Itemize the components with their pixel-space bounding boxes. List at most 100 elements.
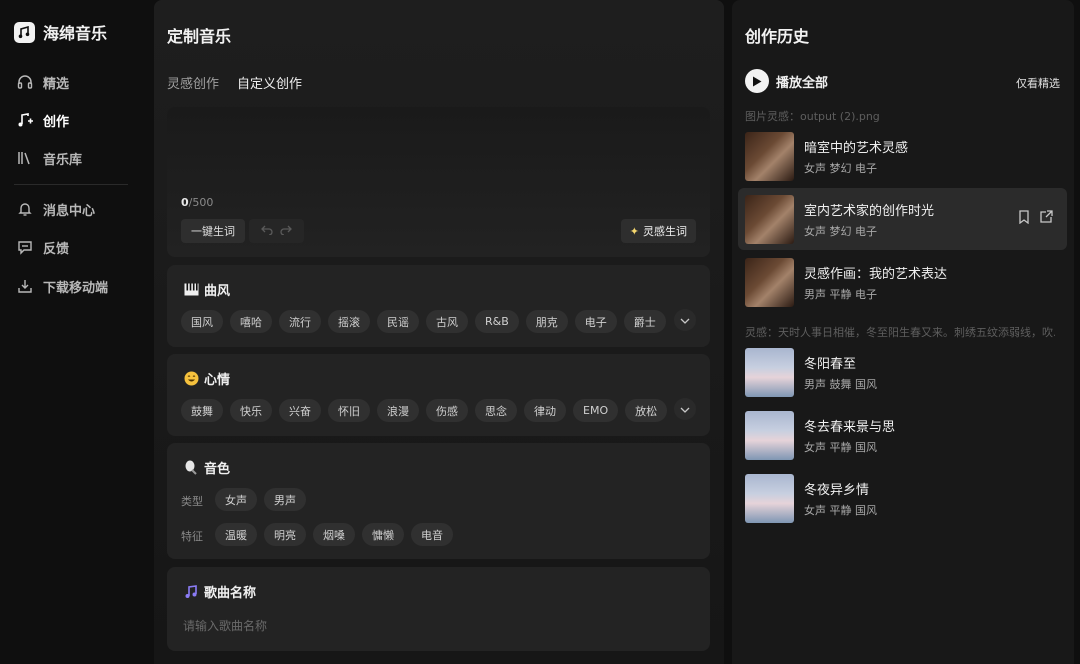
- undo-redo-group: [249, 219, 304, 243]
- style-header: 曲风: [183, 280, 230, 299]
- track-item[interactable]: 冬阳春至 男声 鼓舞 国风: [738, 341, 1067, 403]
- style-chip[interactable]: 国风: [181, 310, 223, 333]
- track-actions: [1018, 210, 1053, 228]
- track-title: 室内艺术家的创作时光: [804, 204, 935, 219]
- group-label: 图片灵感：output (2).png: [745, 110, 880, 123]
- track-cover: [745, 258, 794, 307]
- play-icon: [745, 69, 769, 93]
- tab-inspiration[interactable]: 灵感创作: [167, 73, 219, 92]
- sparkle-icon: ✦: [629, 224, 639, 238]
- panel-title: 定制音乐: [167, 27, 232, 46]
- track-tags: 男声 平静 电子: [804, 288, 877, 301]
- download-icon: [16, 277, 34, 295]
- track-tags: 女声 梦幻 电子: [804, 162, 877, 175]
- sidebar-divider: [14, 184, 128, 185]
- mood-chips: 鼓舞 快乐 兴奋 怀旧 浪漫 伤感 思念 律动 EMO 放松: [181, 399, 668, 422]
- undo-icon[interactable]: [260, 223, 273, 239]
- play-all-label: 播放全部: [776, 75, 829, 91]
- sidebar-item-featured[interactable]: 精选: [16, 70, 69, 94]
- style-chip[interactable]: 朋克: [525, 310, 568, 333]
- style-chips: 国风 嘻哈 流行 摇滚 民谣 古风 R&B 朋克 电子 爵士: [181, 310, 666, 333]
- style-title: 曲风: [204, 284, 231, 299]
- track-item[interactable]: 灵感作画：我的艺术表达 男声 平静 电子: [738, 251, 1067, 313]
- smile-icon: [183, 371, 199, 387]
- lyrics-editor[interactable]: 0/500 一键生词 ✦ 灵感生词: [167, 107, 710, 257]
- mood-chip[interactable]: 放松: [625, 399, 668, 422]
- sidebar-item-label: 下载移动端: [43, 280, 109, 296]
- track-tags: 女声 平静 国风: [804, 504, 877, 517]
- sidebar-item-create[interactable]: 创作: [16, 108, 69, 132]
- mood-expand-button[interactable]: [674, 398, 696, 420]
- track-cover: [745, 411, 794, 460]
- headphones-icon: [16, 73, 34, 91]
- song-name-section: 歌曲名称: [167, 567, 710, 651]
- mood-chip[interactable]: 鼓舞: [181, 399, 223, 422]
- inspire-lyrics-button[interactable]: ✦ 灵感生词: [620, 219, 696, 243]
- create-panel: 定制音乐 灵感创作 自定义创作 0/500 一键生词 ✦ 灵感生词 曲风 国风: [154, 0, 724, 664]
- history-panel: 创作历史 播放全部 仅看精选 图片灵感：output (2).png 暗室中的艺…: [732, 0, 1074, 664]
- lyrics-count: 0: [181, 196, 189, 209]
- mood-chip[interactable]: 律动: [524, 399, 566, 422]
- voice-type-label: 类型: [181, 495, 203, 508]
- voice-type-chip[interactable]: 男声: [264, 488, 306, 511]
- style-chip[interactable]: 爵士: [623, 310, 666, 333]
- song-name-header: 歌曲名称: [183, 582, 256, 601]
- song-name-input[interactable]: [183, 617, 683, 635]
- app-logo[interactable]: 海绵音乐: [14, 20, 107, 44]
- sidebar-item-label: 创作: [43, 114, 70, 130]
- tab-custom[interactable]: 自定义创作: [237, 73, 302, 92]
- track-item[interactable]: 冬去春来景与思 女声 平静 国风: [738, 404, 1067, 466]
- voice-feature-chip[interactable]: 电音: [411, 523, 453, 546]
- share-icon[interactable]: [1040, 210, 1053, 228]
- voice-feature-chip[interactable]: 慵懒: [362, 523, 404, 546]
- sidebar-item-label: 反馈: [43, 241, 70, 257]
- mood-header: 心情: [183, 369, 230, 388]
- track-title: 暗室中的艺术灵感: [804, 141, 909, 156]
- voice-type-chip[interactable]: 女声: [215, 488, 257, 511]
- voice-header: 音色: [183, 458, 230, 477]
- track-title: 冬阳春至: [804, 357, 857, 372]
- track-cover: [745, 348, 794, 397]
- redo-icon[interactable]: [280, 223, 293, 239]
- voice-feature-chip[interactable]: 明亮: [264, 523, 306, 546]
- bell-icon: [16, 200, 34, 218]
- sidebar-item-feedback[interactable]: 反馈: [16, 235, 69, 259]
- voice-type-chips: 女声 男声: [215, 488, 306, 511]
- sidebar-item-messages[interactable]: 消息中心: [16, 197, 95, 221]
- only-featured-toggle[interactable]: 仅看精选: [1016, 75, 1060, 91]
- mood-chip[interactable]: 兴奋: [279, 399, 321, 422]
- voice-feature-chip[interactable]: 温暖: [215, 523, 257, 546]
- voice-feature-chip[interactable]: 烟嗓: [313, 523, 355, 546]
- mood-chip[interactable]: EMO: [573, 399, 619, 422]
- style-chip[interactable]: 民谣: [377, 310, 419, 333]
- play-all-button[interactable]: 播放全部: [745, 69, 828, 93]
- generate-lyrics-button[interactable]: 一键生词: [181, 219, 245, 243]
- mood-chip[interactable]: 怀旧: [328, 399, 370, 422]
- voice-section: 音色 类型 女声 男声 特征 温暖 明亮 烟嗓 慵懒 电音: [167, 443, 710, 559]
- sidebar-item-download[interactable]: 下载移动端: [16, 274, 108, 298]
- app-name: 海绵音乐: [43, 24, 108, 43]
- style-expand-button[interactable]: [674, 309, 696, 331]
- style-chip[interactable]: 嘻哈: [230, 310, 272, 333]
- mood-chip[interactable]: 伤感: [426, 399, 468, 422]
- sidebar-item-label: 精选: [43, 76, 70, 92]
- music-note-plus-icon: [16, 111, 34, 129]
- track-cover: [745, 132, 794, 181]
- sidebar: 海绵音乐 精选 创作 音乐库 消息中心 反馈 下载移动端: [0, 0, 146, 664]
- mood-title: 心情: [204, 373, 231, 388]
- mood-chip[interactable]: 思念: [475, 399, 517, 422]
- style-chip[interactable]: R&B: [475, 310, 519, 333]
- style-chip[interactable]: 古风: [426, 310, 468, 333]
- chevron-down-icon: [680, 313, 690, 328]
- track-item[interactable]: 室内艺术家的创作时光 女声 梦幻 电子: [738, 188, 1067, 250]
- track-item[interactable]: 冬夜异乡情 女声 平静 国风: [738, 467, 1067, 529]
- track-item[interactable]: 暗室中的艺术灵感 女声 梦幻 电子: [738, 125, 1067, 187]
- style-chip[interactable]: 电子: [574, 310, 617, 333]
- style-chip[interactable]: 摇滚: [328, 310, 370, 333]
- sidebar-item-library[interactable]: 音乐库: [16, 146, 82, 170]
- mood-chip[interactable]: 快乐: [230, 399, 272, 422]
- bookmark-icon[interactable]: [1018, 210, 1030, 228]
- sidebar-item-label: 音乐库: [43, 152, 83, 168]
- mood-chip[interactable]: 浪漫: [377, 399, 419, 422]
- style-chip[interactable]: 流行: [279, 310, 321, 333]
